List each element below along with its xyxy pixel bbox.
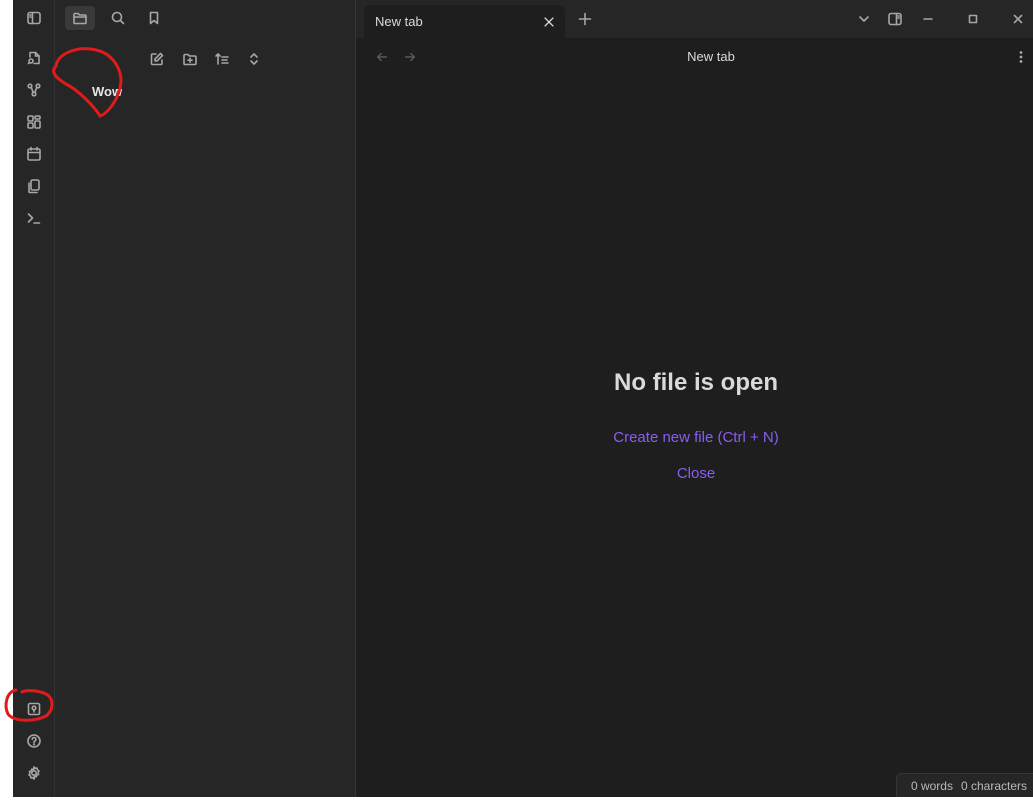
open-quick-switcher-icon[interactable] — [22, 46, 46, 70]
search-tab-search-icon[interactable] — [103, 6, 133, 30]
word-count: 0 words — [910, 778, 953, 793]
daily-note-icon[interactable] — [22, 142, 46, 166]
vault-name[interactable]: Wow — [92, 84, 122, 99]
toggle-left-sidebar-icon[interactable] — [22, 6, 46, 30]
help-icon[interactable] — [22, 729, 46, 753]
left-sidebar: Wow — [55, 0, 356, 797]
settings-icon[interactable] — [22, 761, 46, 785]
close-link[interactable]: Close — [356, 465, 1033, 482]
character-count: 0 characters — [960, 778, 1027, 793]
ribbon — [13, 0, 55, 797]
main-workspace: New tab New tab No file is open Create n… — [356, 0, 1033, 797]
graph-view-icon[interactable] — [22, 78, 46, 102]
canvas-icon[interactable] — [22, 110, 46, 134]
status-bar: 0 words 0 characters — [895, 773, 1033, 797]
bookmarks-tab-bookmark-icon[interactable] — [139, 6, 169, 30]
templates-icon[interactable] — [22, 174, 46, 198]
sort-order-icon[interactable] — [210, 47, 234, 71]
vault-switcher-icon[interactable] — [22, 697, 46, 721]
obsidian-window: Wow New tab New tab No file is open Crea… — [13, 0, 1033, 797]
new-folder-icon[interactable] — [178, 47, 202, 71]
create-new-file-link[interactable]: Create new file (Ctrl + N) — [356, 429, 1033, 446]
command-palette-icon[interactable] — [22, 206, 46, 230]
new-note-edit-icon[interactable] — [145, 47, 169, 71]
expand-collapse-chevrons-icon[interactable] — [242, 47, 266, 71]
files-tab-folder-icon[interactable] — [65, 6, 95, 30]
empty-state: No file is open Create new file (Ctrl + … — [356, 0, 1033, 797]
empty-state-title: No file is open — [613, 369, 778, 396]
